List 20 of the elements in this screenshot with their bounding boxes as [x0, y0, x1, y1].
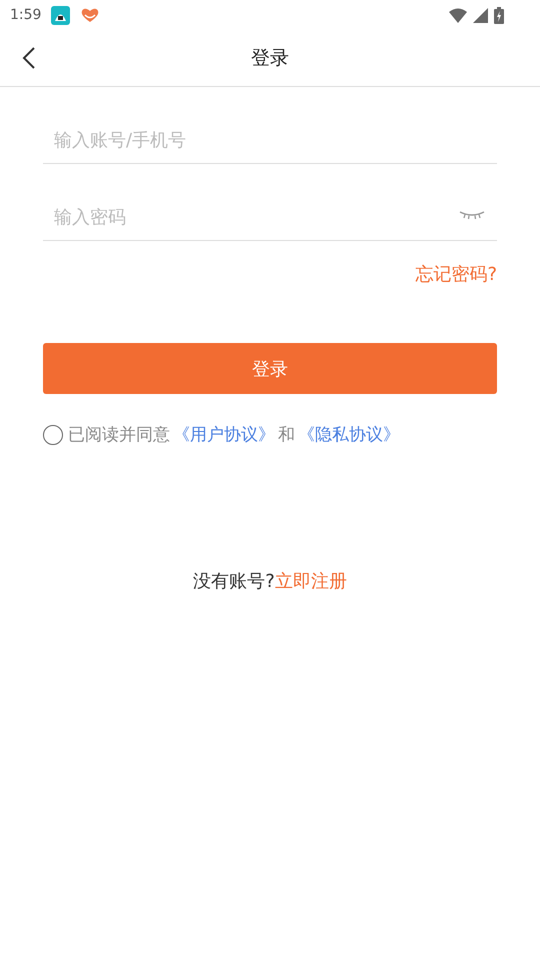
wifi-icon: [449, 8, 467, 22]
agreement-text: 和: [278, 424, 295, 446]
battery-icon: [494, 6, 504, 24]
back-button[interactable]: [22, 46, 36, 70]
status-time: 1:59: [10, 7, 42, 23]
account-field[interactable]: 输入账号/手机号: [43, 130, 497, 163]
app-icon: [51, 6, 70, 24]
agreement-link[interactable]: 《隐私协议》: [298, 423, 400, 446]
login-button[interactable]: 登录: [43, 343, 497, 394]
heart-icon: [80, 6, 100, 24]
forgot-password-link[interactable]: 忘记密码?: [415, 262, 497, 286]
register-link[interactable]: 立即注册: [274, 569, 347, 593]
signal-icon: [473, 8, 488, 22]
closed-eye-icon[interactable]: [459, 209, 485, 221]
agreement-link[interactable]: 《用户协议》: [173, 423, 275, 446]
page-title: 登录: [251, 46, 289, 71]
password-field[interactable]: 输入密码: [43, 207, 459, 240]
agreement-text: 已阅读并同意: [68, 424, 170, 446]
register-prompt: 没有账号?: [193, 570, 275, 593]
agreement-checkbox[interactable]: [43, 424, 63, 444]
